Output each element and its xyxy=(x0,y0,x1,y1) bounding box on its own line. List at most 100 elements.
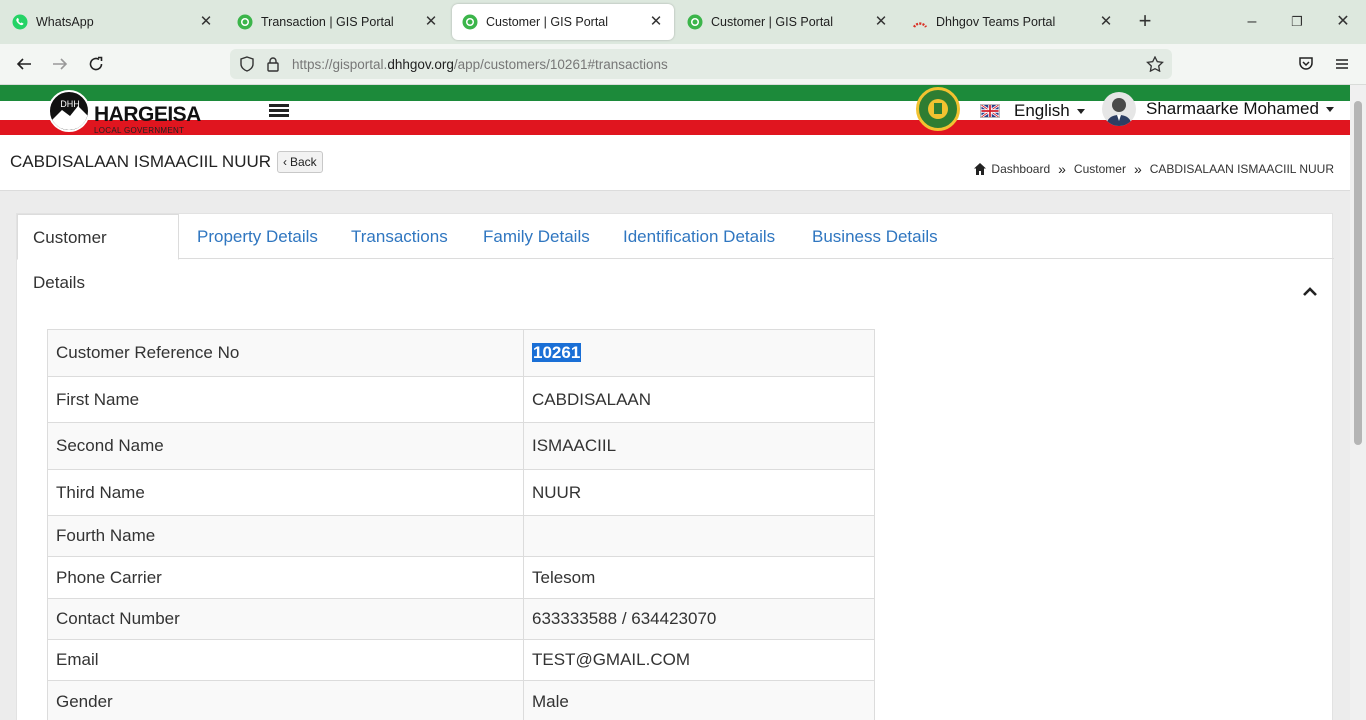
row-value: 10261 xyxy=(523,329,875,377)
close-icon[interactable]: ✕ xyxy=(423,14,439,30)
url-prefix: https://gisportal. xyxy=(292,57,388,72)
user-menu[interactable]: Sharmaarke Mohamed xyxy=(1102,92,1334,126)
close-icon[interactable]: ✕ xyxy=(1098,14,1114,30)
menu-icon xyxy=(1336,59,1348,69)
row-value xyxy=(523,515,875,557)
table-row: Contact Number 633333588 / 634423070 xyxy=(47,598,875,640)
coat-of-arms-icon xyxy=(916,87,960,131)
arrow-left-icon xyxy=(16,58,31,70)
forward-nav-button[interactable] xyxy=(48,52,72,76)
row-value: 633333588 / 634423070 xyxy=(523,598,875,640)
sidebar-toggle-icon[interactable] xyxy=(269,104,289,118)
tab-customer-details[interactable]: Customer Details xyxy=(17,214,179,292)
tab-title: Transaction | GIS Portal xyxy=(261,15,394,29)
tab-family-details[interactable]: Family Details xyxy=(468,214,605,259)
page-scrollbar[interactable] xyxy=(1350,85,1366,720)
breadcrumb-customer[interactable]: Customer xyxy=(1074,162,1126,176)
shield-icon[interactable] xyxy=(238,56,256,72)
tab-title: WhatsApp xyxy=(36,15,94,29)
back-nav-button[interactable] xyxy=(12,52,36,76)
close-icon[interactable]: ✕ xyxy=(198,14,214,30)
tab-title: Customer | GIS Portal xyxy=(711,15,834,29)
page-heading: CABDISALAAN ISMAACIIL NUUR ‹ Back Dashbo… xyxy=(0,137,1350,191)
browser-tab-customer[interactable]: Customer | GIS Portal ✕ xyxy=(677,4,899,40)
restore-button[interactable]: ❐ xyxy=(1285,10,1309,34)
app-header: DHH HARGEISA LOCAL GOVERNMENT English Sh… xyxy=(0,85,1350,137)
row-value: Telesom xyxy=(523,556,875,599)
row-value: ISMAACIIL xyxy=(523,422,875,470)
address-bar[interactable]: https://gisportal.dhhgov.org/app/custome… xyxy=(230,49,1172,79)
row-label: Gender xyxy=(47,680,524,720)
lock-icon[interactable] xyxy=(264,56,282,72)
browser-tab-transaction[interactable]: Transaction | GIS Portal ✕ xyxy=(227,4,449,40)
tab-identification-details[interactable]: Identification Details xyxy=(608,214,790,259)
row-value: Male xyxy=(523,680,875,720)
page-title: CABDISALAAN ISMAACIIL NUUR xyxy=(10,152,272,171)
row-label: Customer Reference No xyxy=(47,329,524,377)
url-text[interactable]: https://gisportal.dhhgov.org/app/custome… xyxy=(292,57,668,72)
chevron-up-icon[interactable] xyxy=(1301,284,1319,298)
whatsapp-icon xyxy=(12,14,28,30)
star-bookmark-icon[interactable] xyxy=(1146,56,1164,72)
logo-emblem: DHH xyxy=(48,90,90,132)
logo-subtitle: LOCAL GOVERNMENT xyxy=(94,126,185,135)
table-row: Phone Carrier Telesom xyxy=(47,556,875,599)
row-label: Fourth Name xyxy=(47,515,524,557)
logo-title: HARGEISA xyxy=(94,103,201,126)
reload-button[interactable] xyxy=(84,52,108,76)
back-button[interactable]: ‹ Back xyxy=(277,151,323,173)
row-value: NUUR xyxy=(523,469,875,516)
browser-nav-bar: https://gisportal.dhhgov.org/app/custome… xyxy=(0,44,1366,85)
row-label: First Name xyxy=(47,376,524,423)
hargeisa-logo[interactable]: DHH HARGEISA LOCAL GOVERNMENT xyxy=(48,90,208,135)
table-row: Email TEST@GMAIL.COM xyxy=(47,639,875,681)
chevron-left-icon: ‹ xyxy=(283,155,287,169)
language-label: English xyxy=(1014,101,1070,120)
user-name: Sharmaarke Mohamed xyxy=(1146,99,1319,118)
reload-icon xyxy=(89,56,103,71)
menu-button[interactable] xyxy=(1330,52,1354,76)
tab-property-details[interactable]: Property Details xyxy=(182,214,333,259)
row-value: CABDISALAAN xyxy=(523,376,875,423)
row-label: Second Name xyxy=(47,422,524,470)
browser-tab-teams-portal[interactable]: Dhhgov Teams Portal ✕ xyxy=(902,4,1124,40)
gis-portal-icon xyxy=(237,14,253,30)
home-icon xyxy=(974,163,987,175)
avatar xyxy=(1102,92,1136,126)
breadcrumb-separator: » xyxy=(1058,161,1066,177)
tab-transactions[interactable]: Transactions xyxy=(336,214,463,259)
scrollbar-thumb[interactable] xyxy=(1354,101,1362,445)
logo-letters: DHH xyxy=(60,99,80,109)
table-row: Second Name ISMAACIIL xyxy=(47,422,875,470)
pocket-button[interactable] xyxy=(1294,52,1318,76)
pocket-icon xyxy=(1299,57,1313,70)
url-host: dhhgov.org xyxy=(387,57,454,72)
close-icon[interactable]: ✕ xyxy=(648,14,664,30)
caret-down-icon xyxy=(1076,108,1085,114)
breadcrumb-dashboard[interactable]: Dashboard xyxy=(991,162,1050,176)
gis-portal-icon xyxy=(687,14,703,30)
minimize-button[interactable]: – xyxy=(1240,10,1264,34)
table-row: Third Name NUUR xyxy=(47,469,875,516)
customer-panel: Customer Details Property Details Transa… xyxy=(16,213,1334,720)
customer-reference-value[interactable]: 10261 xyxy=(532,343,582,362)
browser-tab-whatsapp[interactable]: WhatsApp ✕ xyxy=(2,4,224,40)
close-icon[interactable]: ✕ xyxy=(873,14,889,30)
table-row: Fourth Name xyxy=(47,515,875,557)
breadcrumb-separator: » xyxy=(1133,161,1142,177)
gis-portal-icon xyxy=(462,14,478,30)
new-tab-button[interactable]: + xyxy=(1134,10,1156,32)
customer-details-table: Customer Reference No 10261 First Name C… xyxy=(47,329,875,720)
tab-business-details[interactable]: Business Details xyxy=(797,214,953,259)
detail-tabs: Customer Details Property Details Transa… xyxy=(17,214,1334,292)
close-window-button[interactable]: ✕ xyxy=(1331,10,1355,34)
table-row: Gender Male xyxy=(47,680,875,720)
url-path: /app/customers/10261#transactions xyxy=(453,57,668,72)
language-selector[interactable]: English xyxy=(980,101,1085,121)
tab-title: Dhhgov Teams Portal xyxy=(936,15,1056,29)
browser-tab-customer-active[interactable]: Customer | GIS Portal ✕ xyxy=(452,4,674,40)
tab-title: Customer | GIS Portal xyxy=(486,15,609,29)
table-row: First Name CABDISALAAN xyxy=(47,376,875,423)
teams-portal-icon xyxy=(912,22,928,28)
breadcrumb: Dashboard » Customer » CABDISALAAN ISMAA… xyxy=(973,161,1334,177)
